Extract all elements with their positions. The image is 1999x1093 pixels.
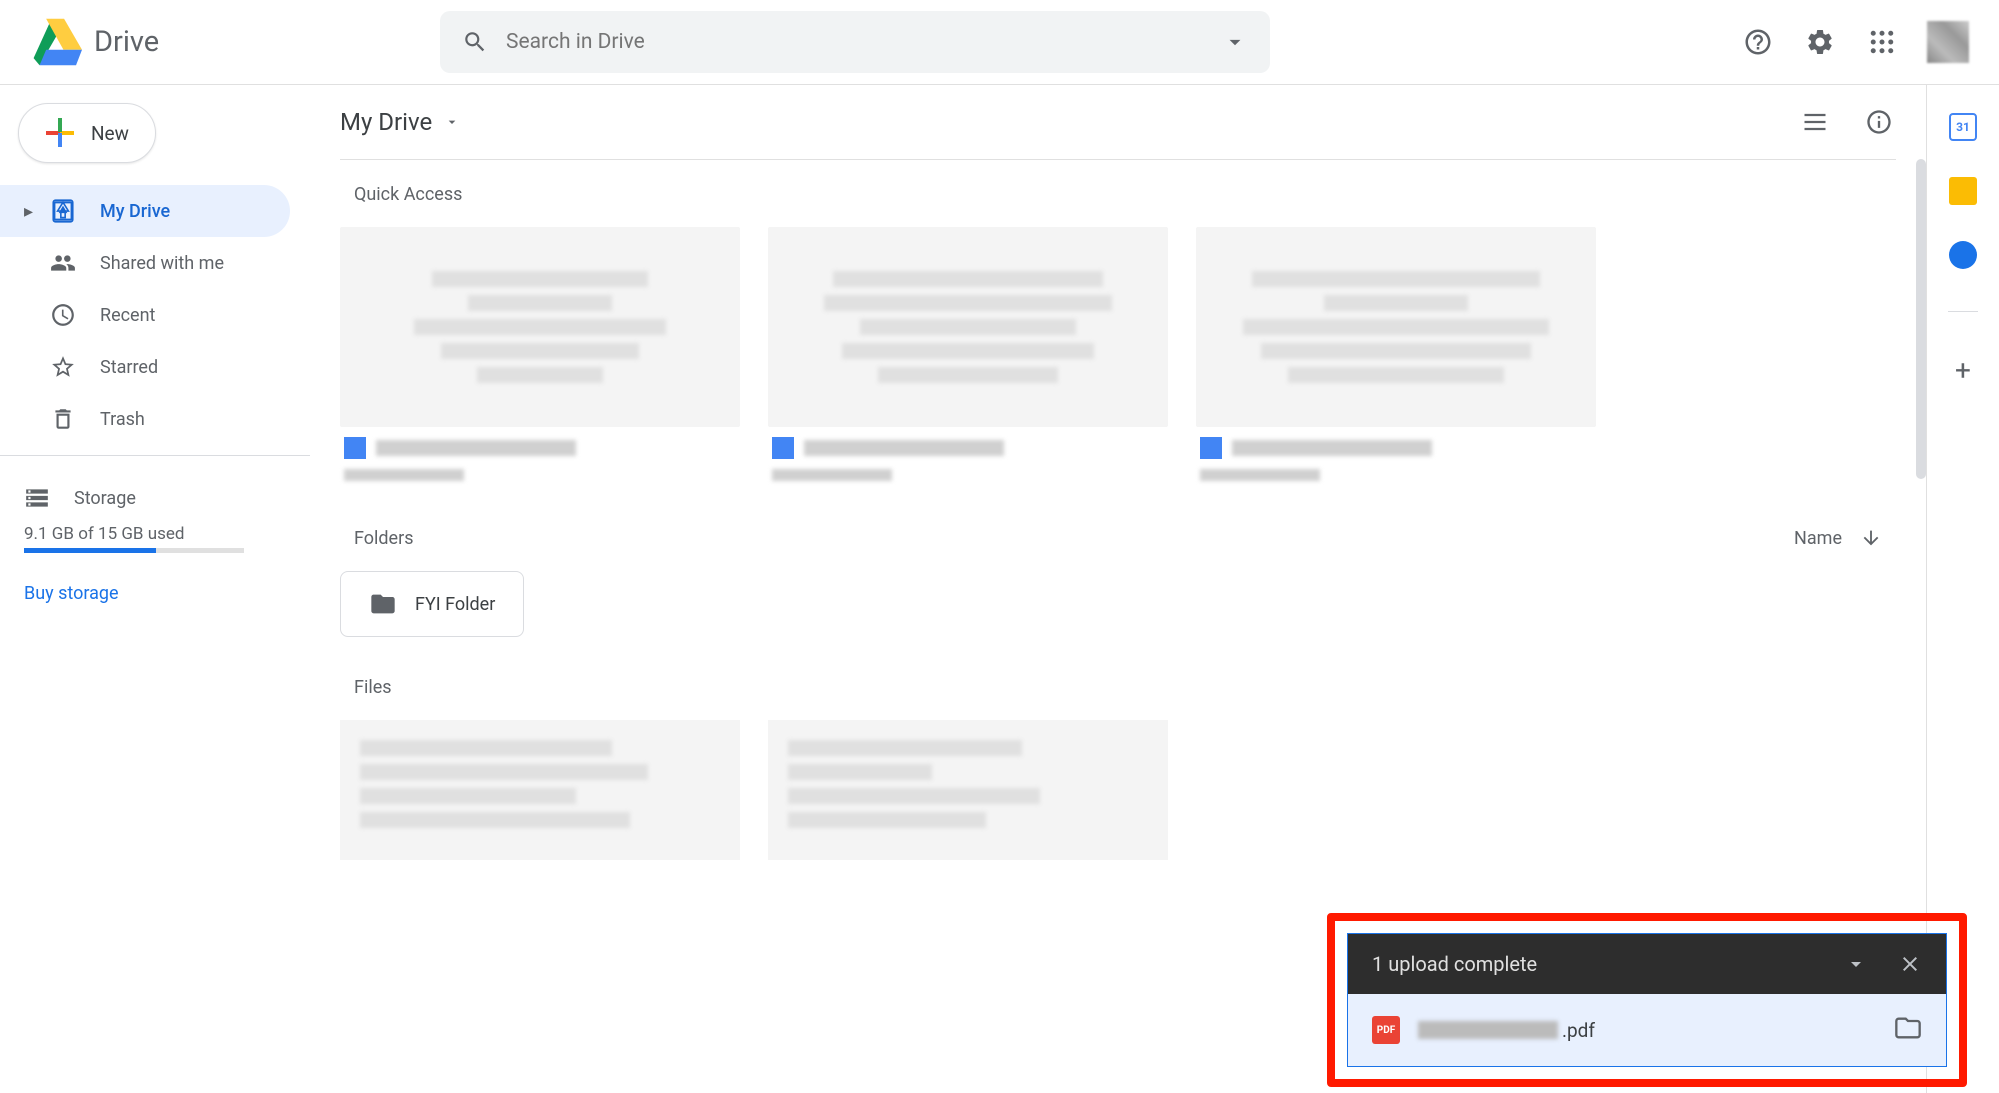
close-icon[interactable]: [1898, 952, 1922, 976]
help-icon: [1743, 27, 1773, 57]
storage-bar: [24, 548, 244, 553]
file-card[interactable]: [768, 720, 1168, 860]
docs-icon: [1200, 437, 1222, 459]
files-label: Files: [354, 677, 1896, 698]
nav-label: Storage: [74, 488, 136, 509]
divider: [340, 159, 1896, 160]
settings-button[interactable]: [1803, 25, 1837, 59]
nav-recent[interactable]: Recent: [0, 289, 290, 341]
clock-icon: [50, 302, 76, 328]
calendar-app-button[interactable]: 31: [1949, 113, 1977, 141]
arrow-down-icon: [1860, 527, 1882, 549]
search-box[interactable]: [440, 11, 1270, 73]
quick-access-card[interactable]: [1196, 227, 1596, 487]
nav-starred[interactable]: Starred: [0, 341, 290, 393]
keep-app-button[interactable]: [1949, 177, 1977, 205]
details-button[interactable]: [1862, 105, 1896, 139]
new-button[interactable]: New: [18, 103, 156, 163]
folder-name: FYI Folder: [415, 594, 495, 615]
nav-storage[interactable]: Storage: [24, 472, 310, 524]
divider: [1948, 311, 1978, 312]
folders-label: Folders: [354, 528, 414, 549]
quick-access-label: Quick Access: [354, 184, 1896, 205]
highlight-annotation: 1 upload complete PDF .pdf: [1327, 913, 1967, 1087]
nav-label: Recent: [100, 305, 155, 326]
nav-label: Starred: [100, 357, 158, 378]
tasks-app-button[interactable]: [1949, 241, 1977, 269]
folder-icon: [369, 590, 397, 618]
apps-button[interactable]: [1865, 25, 1899, 59]
quick-access-card[interactable]: [340, 227, 740, 487]
docs-icon: [344, 437, 366, 459]
collapse-chevron-icon[interactable]: [1844, 952, 1868, 976]
quick-access-card[interactable]: [768, 227, 1168, 487]
header-actions: [1741, 21, 1979, 63]
nav-label: Shared with me: [100, 253, 224, 274]
plus-icon: [45, 118, 75, 148]
storage-section: Storage 9.1 GB of 15 GB used Buy storage: [0, 466, 310, 604]
sort-label: Name: [1794, 528, 1842, 549]
storage-used-text: 9.1 GB of 15 GB used: [24, 524, 310, 544]
nav-shared[interactable]: Shared with me: [0, 237, 290, 289]
divider: [0, 455, 310, 456]
buy-storage-link[interactable]: Buy storage: [24, 583, 310, 604]
header: Drive: [0, 0, 1999, 85]
add-addon-button[interactable]: +: [1955, 354, 1971, 387]
toast-header: 1 upload complete: [1348, 934, 1946, 994]
expand-chevron-icon[interactable]: ▸: [24, 201, 36, 222]
search-icon: [462, 29, 488, 55]
docs-icon: [772, 437, 794, 459]
locate-in-folder-button[interactable]: [1894, 1014, 1922, 1046]
storage-icon: [24, 485, 50, 511]
breadcrumb[interactable]: My Drive: [340, 108, 460, 136]
dropdown-chevron-icon: [444, 114, 460, 130]
account-avatar[interactable]: [1927, 21, 1969, 63]
drive-logo-icon: [30, 16, 82, 68]
people-icon: [50, 250, 76, 276]
sidebar: New ▸ My Drive Shared with me Recent Sta…: [0, 85, 310, 1093]
upload-toast: 1 upload complete PDF .pdf: [1347, 933, 1947, 1067]
info-icon: [1865, 108, 1893, 136]
apps-grid-icon: [1867, 27, 1897, 57]
search-input[interactable]: [506, 30, 1222, 54]
logo-area[interactable]: Drive: [20, 16, 330, 68]
list-view-button[interactable]: [1798, 105, 1832, 139]
breadcrumb-label: My Drive: [340, 108, 432, 136]
sort-button[interactable]: Name: [1794, 527, 1882, 549]
toast-file-row[interactable]: PDF .pdf: [1348, 994, 1946, 1066]
trash-icon: [50, 406, 76, 432]
list-view-icon: [1801, 108, 1829, 136]
gear-icon: [1805, 27, 1835, 57]
new-button-label: New: [91, 122, 129, 145]
nav-label: My Drive: [100, 201, 170, 222]
file-card[interactable]: [340, 720, 740, 860]
nav-label: Trash: [100, 409, 145, 430]
scrollbar[interactable]: [1916, 159, 1926, 479]
nav-my-drive[interactable]: ▸ My Drive: [0, 185, 290, 237]
support-button[interactable]: [1741, 25, 1775, 59]
folder-item[interactable]: FYI Folder: [340, 571, 524, 637]
nav-trash[interactable]: Trash: [0, 393, 290, 445]
star-icon: [50, 354, 76, 380]
uploaded-filename: .pdf: [1418, 1019, 1595, 1042]
toast-title: 1 upload complete: [1372, 952, 1537, 976]
drive-icon: [50, 198, 76, 224]
quick-access-row: [340, 227, 1896, 487]
pdf-icon: PDF: [1372, 1016, 1400, 1044]
app-name: Drive: [94, 25, 159, 59]
search-options-dropdown-icon[interactable]: [1222, 29, 1248, 55]
